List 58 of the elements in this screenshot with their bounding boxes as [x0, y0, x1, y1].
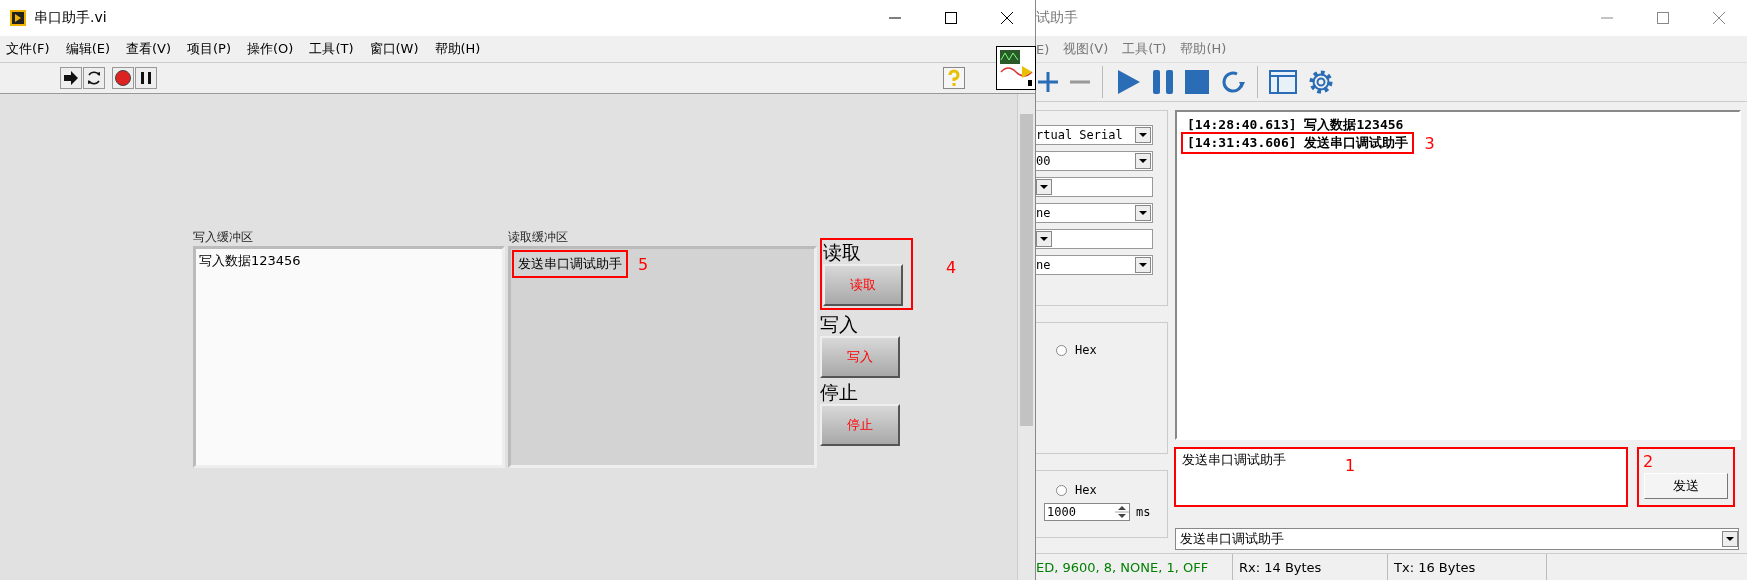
menu-item[interactable]: 工具(T): [309, 40, 354, 58]
menu-item[interactable]: 操作(O): [247, 40, 294, 58]
annotation-number: 1: [1345, 456, 1356, 475]
dropdown[interactable]: ne: [1036, 203, 1153, 223]
maximize-icon[interactable]: [945, 12, 957, 24]
menu-item[interactable]: 视图(V): [1063, 40, 1109, 58]
run-continuously-icon[interactable]: [83, 67, 105, 89]
field-label: 读取缓冲区: [508, 229, 569, 246]
menu-item[interactable]: 编辑(E): [65, 40, 110, 58]
unit-label: ms: [1136, 505, 1151, 519]
menu-item[interactable]: 查看(V): [126, 40, 172, 58]
dropdown[interactable]: [1036, 229, 1153, 249]
stop-icon[interactable]: [1183, 68, 1211, 96]
pause-icon[interactable]: [135, 67, 157, 89]
menu-item[interactable]: 帮助(H): [1180, 40, 1227, 58]
abort-icon[interactable]: [112, 67, 134, 89]
dropdown[interactable]: ne: [1036, 255, 1153, 275]
status-text: Rx: 14 Bytes: [1233, 554, 1388, 580]
vi-icon: [996, 46, 1036, 90]
plus-icon[interactable]: [1036, 70, 1060, 94]
menu-item[interactable]: 文件(F): [6, 40, 50, 58]
window-icon[interactable]: [1268, 67, 1298, 97]
app-icon: [10, 10, 26, 26]
menu-item[interactable]: 工具(T): [1122, 40, 1167, 58]
radio-label: Hex: [1075, 343, 1097, 357]
annotation-number: 3: [1424, 133, 1435, 153]
button-caption: 停止: [820, 380, 859, 404]
annotation-number: 4: [946, 258, 957, 277]
radio-button[interactable]: [1056, 484, 1067, 496]
menu-item[interactable]: 窗口(W): [369, 40, 419, 58]
close-icon[interactable]: [1001, 12, 1013, 24]
log-line: [14:28:40.613] 写入数据123456: [1186, 116, 1405, 134]
log-line: [14:31:43.606] 发送串口调试助手: [1183, 134, 1413, 152]
send-button[interactable]: 发送: [1644, 473, 1728, 499]
read-buffer-text: 发送串口调试助手: [514, 252, 626, 276]
button-caption: 写入: [820, 312, 859, 336]
annotation-number: 2: [1643, 452, 1654, 471]
menu-item[interactable]: E): [1036, 41, 1050, 57]
menu-item[interactable]: 项目(P): [187, 40, 231, 58]
scrollbar[interactable]: [1017, 94, 1035, 580]
dropdown[interactable]: [1036, 177, 1153, 197]
dropdown[interactable]: rtual Serial: [1036, 125, 1153, 145]
menu-item[interactable]: 帮助(H): [434, 40, 481, 58]
interval-spinner[interactable]: 1000: [1044, 503, 1130, 521]
button-caption: 读取: [823, 240, 862, 264]
radio-label: Hex: [1075, 483, 1097, 497]
window-title: 串口助手.vi: [34, 9, 107, 27]
dropdown[interactable]: 00: [1036, 151, 1153, 171]
annotation-number: 5: [638, 254, 649, 274]
window-title: 试助手: [1036, 9, 1078, 27]
radio-button[interactable]: [1056, 344, 1067, 356]
history-dropdown[interactable]: 发送串口调试助手: [1175, 528, 1739, 550]
field-label: 写入缓冲区: [193, 229, 254, 246]
help-icon[interactable]: [943, 67, 965, 89]
write-buffer-field[interactable]: 写入数据123456: [193, 246, 505, 468]
spinner-arrows-icon: [1115, 503, 1129, 521]
status-text: ED, 9600, 8, NONE, 1, OFF: [1036, 554, 1233, 580]
status-text: Tx: 16 Bytes: [1388, 554, 1547, 580]
